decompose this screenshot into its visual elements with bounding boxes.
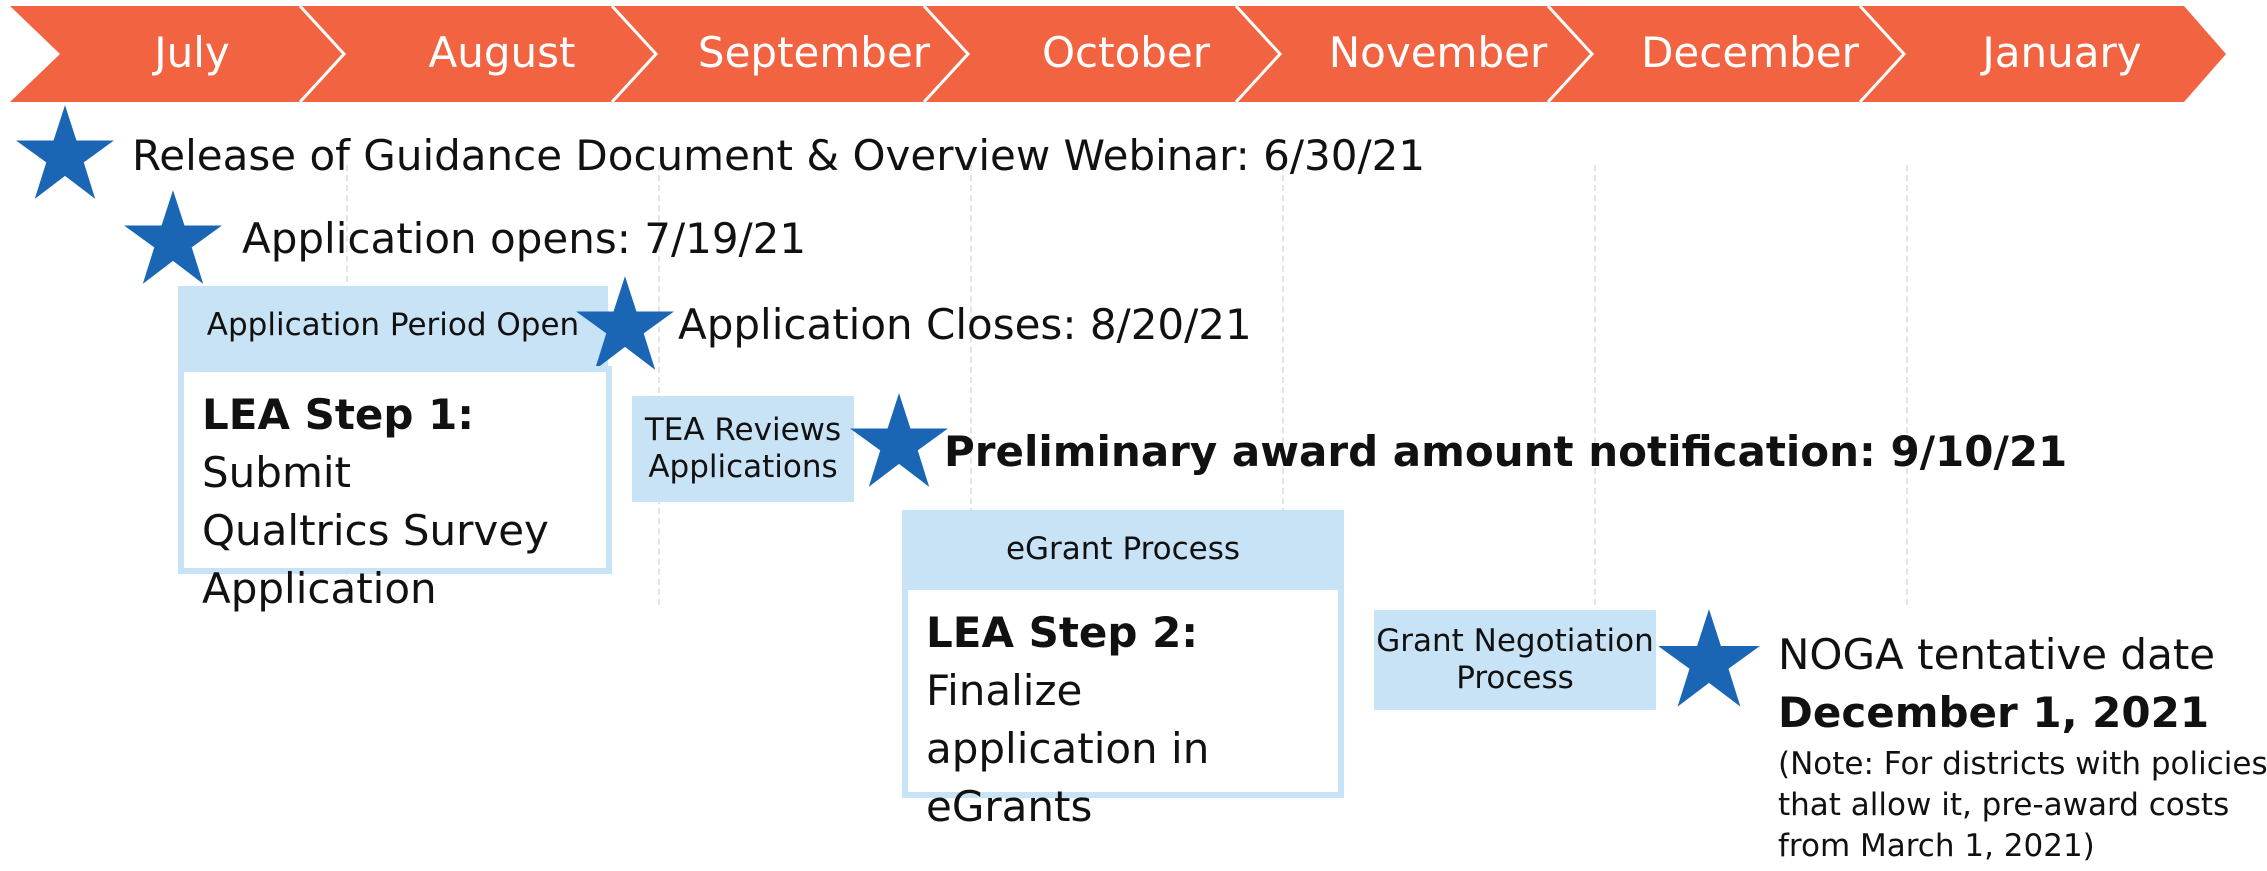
noga-date: December 1, 2021 bbox=[1778, 688, 2210, 737]
step-1-text-line: Qualtrics Survey bbox=[202, 505, 549, 555]
star-icon bbox=[576, 276, 674, 370]
phase-tea-reviews: TEA Reviews Applications bbox=[632, 396, 854, 502]
lea-step-1-box: LEA Step 1: Submit Qualtrics Survey Appl… bbox=[178, 366, 612, 613]
phase-application-period: Application Period Open bbox=[178, 286, 608, 366]
star-icon bbox=[850, 393, 948, 487]
step-2-text-line: Finalize bbox=[926, 665, 1083, 715]
step-1-text-line: Application bbox=[202, 563, 437, 613]
milestone-guidance-release: Release of Guidance Document & Overview … bbox=[132, 131, 1426, 180]
star-icon bbox=[16, 105, 114, 199]
step-1-label: LEA Step 1: bbox=[202, 390, 475, 439]
month-december: December bbox=[1641, 27, 1859, 77]
month-august: August bbox=[428, 27, 576, 77]
month-july: July bbox=[154, 27, 230, 77]
gridline bbox=[1594, 165, 1596, 605]
star-icon bbox=[124, 190, 222, 284]
noga-note-line: from March 1, 2021) bbox=[1778, 828, 2095, 865]
milestone-application-opens: Application opens: 7/19/21 bbox=[242, 214, 807, 263]
gridline bbox=[1906, 165, 1908, 605]
milestone-application-closes: Application Closes: 8/20/21 bbox=[678, 300, 1252, 349]
phase-grant-negotiation: Grant Negotiation Process bbox=[1374, 610, 1656, 710]
month-november: November bbox=[1328, 27, 1548, 77]
phase-egrant-process: eGrant Process bbox=[902, 510, 1344, 590]
tea-reviews-line: TEA Reviews bbox=[644, 411, 842, 448]
month-october: October bbox=[1041, 27, 1211, 77]
noga-note-line: that allow it, pre-award costs bbox=[1778, 787, 2230, 824]
month-september: September bbox=[697, 27, 931, 77]
lea-step-2-box: LEA Step 2: Finalize application in eGra… bbox=[902, 584, 1344, 831]
star-icon bbox=[1658, 609, 1760, 707]
step-1-text-line: Submit bbox=[202, 447, 351, 497]
noga-note-line: (Note: For districts with policies bbox=[1778, 746, 2267, 782]
month-january: January bbox=[1982, 27, 2142, 77]
noga-note: (Note: For districts with policies that … bbox=[1778, 744, 2267, 868]
step-2-text-line: application in bbox=[926, 723, 1210, 773]
grant-negotiation-line: Process bbox=[1456, 660, 1574, 696]
milestone-preliminary-award: Preliminary award amount notification: 9… bbox=[944, 427, 2068, 476]
step-2-label: LEA Step 2: bbox=[926, 608, 1199, 657]
grant-negotiation-line: Grant Negotiation bbox=[1376, 622, 1654, 659]
tea-reviews-line: Applications bbox=[648, 449, 838, 485]
noga-tentative-date-label: NOGA tentative date bbox=[1778, 630, 2216, 679]
step-2-text-line: eGrants bbox=[926, 781, 1093, 831]
